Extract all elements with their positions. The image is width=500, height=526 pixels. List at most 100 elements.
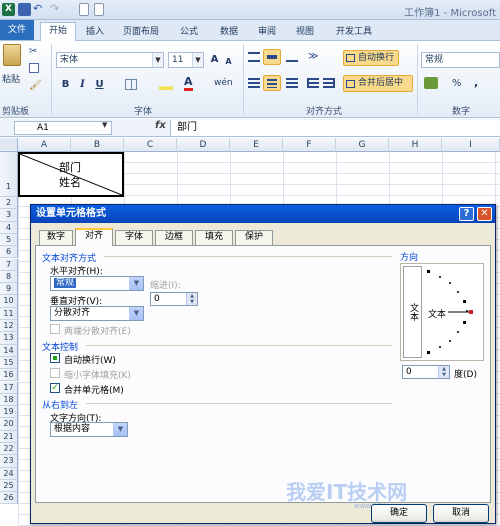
column-header-e[interactable]: E [230,138,283,152]
number-format-combo[interactable]: 常规 [421,52,500,68]
tab-formulas[interactable]: 公式 [180,24,198,41]
bold-button[interactable]: B [59,78,72,91]
close-button[interactable]: ✕ [477,207,492,221]
borders-icon[interactable] [125,79,137,90]
row-header[interactable]: 7 [0,258,18,271]
row-header[interactable]: 14 [0,344,18,357]
align-right-icon[interactable] [286,78,298,88]
column-header-c[interactable]: C [124,138,177,152]
undo-icon[interactable]: ↶ [33,2,42,15]
row-header[interactable]: 21 [0,430,18,443]
spinner-arrows-icon[interactable]: ▲ ▼ [438,366,449,378]
font-name-combo[interactable]: 宋体 ▼ [56,52,164,68]
tab-review[interactable]: 审阅 [258,24,276,41]
wrap-text-checkbox[interactable] [50,353,60,363]
select-all-corner[interactable] [0,138,18,152]
horizontal-select[interactable]: 常规 ▼ [50,276,144,291]
chevron-down-icon[interactable]: ▼ [152,53,163,67]
cell-a1-merged[interactable]: 部门 姓名 [18,152,124,197]
copy-icon[interactable] [29,63,39,73]
row-header[interactable]: 11 [0,307,18,320]
row-header[interactable]: 17 [0,381,18,394]
row-header[interactable]: 4 [0,221,18,234]
tab-alignment[interactable]: 对齐 [75,228,113,246]
row-header[interactable]: 6 [0,246,18,259]
font-size-combo[interactable]: 11 ▼ [168,52,204,68]
column-header-i[interactable]: I [442,138,500,152]
orientation-handle[interactable] [469,310,473,314]
shrink-to-fit-checkbox[interactable] [50,368,60,378]
formula-input[interactable]: 部门 [170,120,500,136]
row-header[interactable]: 15 [0,356,18,370]
row-header[interactable]: 8 [0,270,18,284]
paste-icon[interactable] [3,44,21,66]
degree-spinner[interactable]: 0 ▲ ▼ [402,365,450,379]
print-preview-icon[interactable] [94,3,104,16]
column-header-g[interactable]: G [336,138,389,152]
chevron-down-icon[interactable]: ▼ [102,121,107,129]
tab-number[interactable]: 数字 [39,230,73,245]
save-icon[interactable] [18,3,31,16]
row-header[interactable]: 5 [0,233,18,247]
row-header[interactable]: 1 [0,152,18,197]
tab-data[interactable]: 数据 [220,24,238,41]
new-document-icon[interactable] [79,3,89,16]
format-painter-icon[interactable]: 🖌 [29,80,42,91]
row-header[interactable]: 13 [0,332,18,345]
name-box[interactable]: A1 [14,121,112,135]
redo-icon[interactable]: ↷ [50,2,59,15]
currency-icon[interactable] [424,77,438,89]
justify-distributed-checkbox[interactable] [50,324,60,334]
merge-cells-checkbox[interactable]: ✓ [50,383,60,393]
orientation-icon[interactable]: ≫ [308,51,318,62]
ok-button[interactable]: 确定 [371,504,427,523]
row-header[interactable]: 16 [0,369,18,382]
tab-insert[interactable]: 插入 [86,24,104,41]
tab-developer[interactable]: 开发工具 [336,24,372,41]
column-header-a[interactable]: A [18,138,71,152]
increase-indent-icon[interactable] [323,78,335,88]
column-header-b[interactable]: B [71,138,124,152]
paste-button[interactable]: 粘贴 [2,72,20,85]
row-header[interactable]: 2 [0,197,18,210]
cancel-button[interactable]: 取消 [433,504,489,523]
align-left-icon[interactable] [248,78,260,88]
column-header-d[interactable]: D [177,138,230,152]
underline-button[interactable]: U [93,78,106,91]
column-header-h[interactable]: H [389,138,442,152]
shrink-font-button[interactable]: A [222,55,235,68]
vertical-select[interactable]: 分散对齐 ▼ [50,306,144,321]
insert-function-button[interactable]: fx [155,120,166,131]
tab-border[interactable]: 边框 [155,230,193,245]
tab-file[interactable]: 文件 [0,20,34,40]
row-header[interactable]: 9 [0,283,18,296]
row-header[interactable]: 10 [0,295,18,308]
row-header[interactable]: 20 [0,418,18,431]
row-header[interactable]: 23 [0,455,18,468]
chevron-down-icon[interactable]: ▼ [192,53,203,67]
phonetic-button[interactable]: wén [214,78,233,88]
vertical-text-button[interactable]: 文本 [403,266,422,358]
help-button[interactable]: ? [459,207,474,221]
row-header[interactable]: 18 [0,393,18,407]
tab-view[interactable]: 视图 [296,24,314,41]
tab-font[interactable]: 字体 [115,230,153,245]
fill-color-icon[interactable] [159,78,173,90]
grow-font-button[interactable]: A [208,53,221,66]
column-header-f[interactable]: F [283,138,336,152]
chevron-down-icon[interactable]: ▼ [113,423,127,436]
decrease-indent-icon[interactable] [307,78,319,88]
row-header[interactable]: 25 [0,479,18,493]
tab-fill[interactable]: 填充 [195,230,233,245]
tab-page-layout[interactable]: 页面布局 [123,24,159,41]
italic-button[interactable]: I [76,78,89,91]
tab-protection[interactable]: 保护 [235,230,273,245]
bottom-align-icon[interactable] [286,52,298,62]
row-header[interactable]: 26 [0,492,18,505]
row-header[interactable]: 3 [0,209,18,222]
spinner-arrows-icon[interactable]: ▲ ▼ [186,293,197,305]
font-color-icon[interactable]: A [184,76,193,91]
tab-home[interactable]: 开始 [40,22,76,41]
middle-align-button[interactable] [263,49,281,65]
indent-spinner[interactable]: 0 ▲ ▼ [150,292,198,306]
